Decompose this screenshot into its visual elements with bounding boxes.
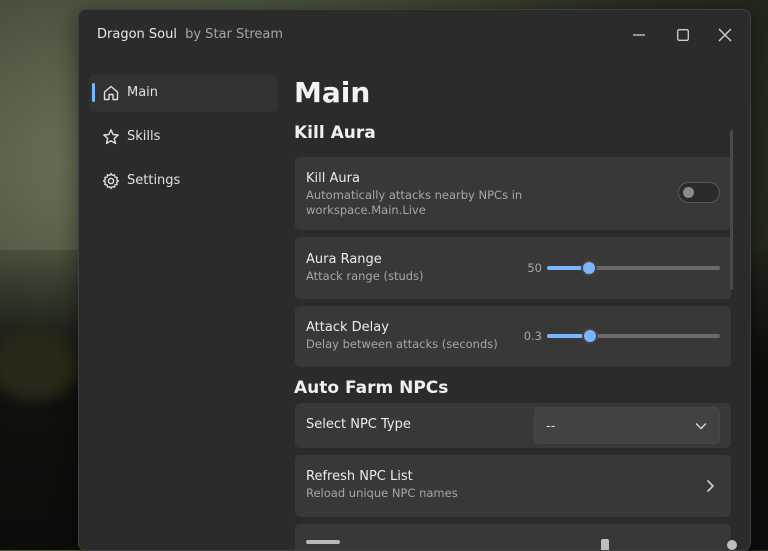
slider-thumb[interactable] — [580, 260, 597, 276]
app-subtitle: by Star Stream — [185, 27, 284, 42]
aura-range-description: Attack range (studs) — [306, 269, 424, 283]
sidebar-item-settings[interactable]: Settings — [89, 162, 278, 200]
sidebar: Main Skills Settings — [79, 58, 289, 550]
window-title: Dragon Soul by Star Stream — [97, 27, 283, 42]
sidebar-item-label: Main — [127, 85, 159, 100]
chevron-down-icon — [695, 422, 707, 430]
aura-range-value: 50 — [527, 261, 542, 275]
attack-delay-title: Attack Delay — [306, 320, 389, 335]
close-button[interactable] — [715, 25, 735, 45]
close-icon — [718, 28, 732, 42]
gear-icon — [102, 172, 120, 190]
slider-end-partial — [727, 540, 737, 550]
app-window: Dragon Soul by Star Stream Main Skills S… — [78, 9, 751, 551]
maximize-button[interactable] — [673, 25, 693, 45]
refresh-npc-description: Reload unique NPC names — [306, 486, 458, 500]
sidebar-item-skills[interactable]: Skills — [89, 118, 278, 156]
kill-aura-description-line: workspace.Main.Live — [306, 203, 426, 217]
refresh-npc-title: Refresh NPC List — [306, 469, 413, 484]
select-npc-card: Select NPC Type -- — [295, 403, 731, 448]
sidebar-item-label: Settings — [127, 173, 181, 188]
kill-aura-card[interactable]: Kill Aura Automatically attacks nearby N… — [295, 157, 731, 230]
minimize-button[interactable] — [629, 25, 649, 45]
kill-aura-description: Automatically attacks nearby NPCs in wor… — [306, 188, 522, 218]
toggle-knob — [683, 187, 694, 198]
select-npc-title: Select NPC Type — [306, 417, 411, 432]
minimize-icon — [633, 34, 645, 36]
kill-aura-description-line: Automatically attacks nearby NPCs in — [306, 188, 523, 202]
title-bar[interactable]: Dragon Soul by Star Stream — [79, 10, 750, 58]
attack-delay-slider[interactable] — [547, 328, 720, 344]
main-content[interactable]: Main Kill Aura Kill Aura Automatically a… — [289, 58, 750, 550]
attack-delay-value: 0.3 — [523, 329, 542, 343]
sidebar-item-main[interactable]: Main — [89, 74, 278, 112]
kill-aura-toggle[interactable] — [678, 182, 720, 203]
app-name: Dragon Soul — [97, 27, 177, 42]
chevron-right-icon — [706, 479, 715, 493]
kill-aura-title: Kill Aura — [306, 171, 360, 186]
aura-range-slider[interactable] — [547, 260, 720, 276]
scrollbar[interactable] — [730, 130, 733, 290]
section-title-kill-aura: Kill Aura — [294, 123, 376, 143]
aura-range-card: Aura Range Attack range (studs) 50 — [295, 237, 731, 299]
star-icon — [103, 129, 119, 145]
page-title: Main — [294, 76, 371, 109]
refresh-npc-card[interactable]: Refresh NPC List Reload unique NPC names — [295, 455, 731, 517]
section-title-auto-farm: Auto Farm NPCs — [294, 378, 449, 398]
maximize-icon — [677, 29, 689, 41]
dropdown-value: -- — [546, 419, 556, 434]
attack-delay-card: Attack Delay Delay between attacks (seco… — [295, 306, 731, 367]
next-card-partial[interactable] — [295, 524, 737, 550]
slider-thumb[interactable] — [582, 328, 599, 344]
attack-delay-description: Delay between attacks (seconds) — [306, 337, 498, 351]
aura-range-title: Aura Range — [306, 252, 382, 267]
npc-type-dropdown[interactable]: -- — [534, 407, 720, 444]
sidebar-item-label: Skills — [127, 129, 161, 144]
home-icon — [103, 85, 119, 101]
active-indicator — [92, 83, 95, 102]
